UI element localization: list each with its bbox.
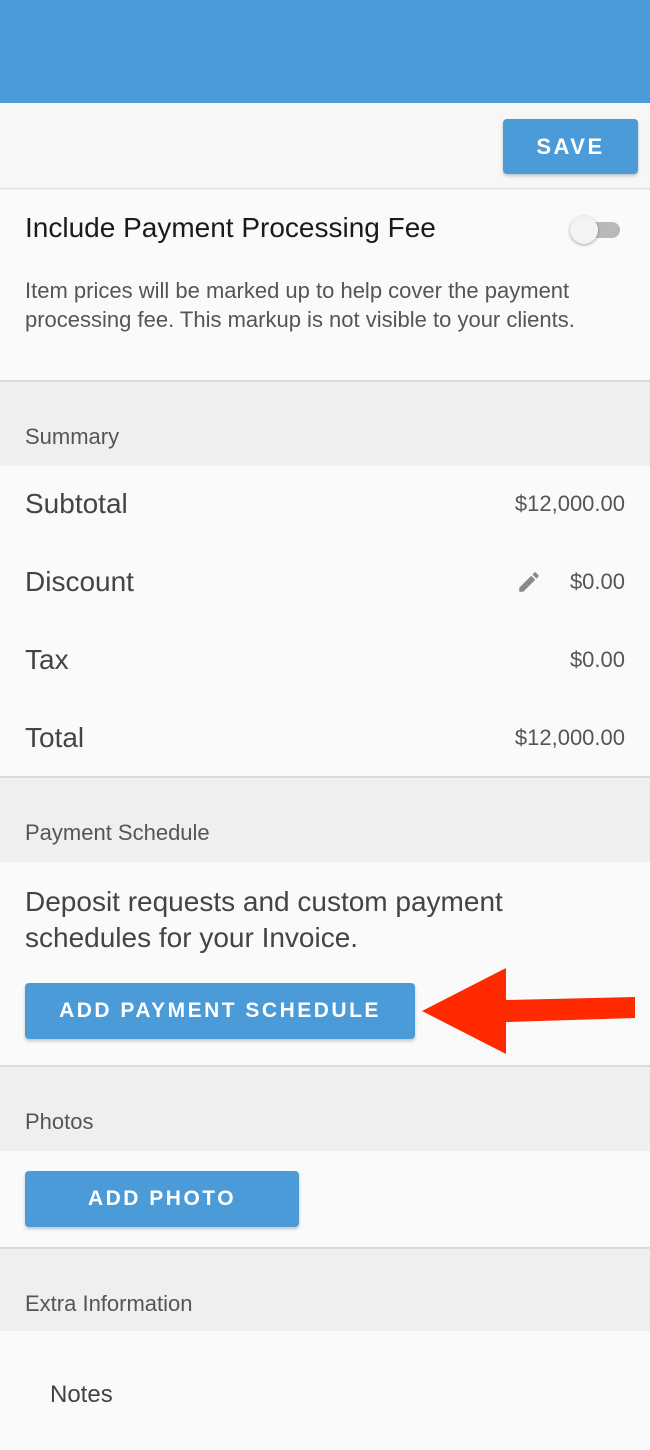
photos-header-label: Photos (25, 1109, 94, 1134)
toggle-thumb (570, 216, 598, 244)
payment-schedule-header-label: Payment Schedule (25, 820, 210, 845)
summary-row-discount[interactable]: Discount $0.00 (0, 544, 650, 622)
extra-information-section-header: Extra Information (0, 1251, 650, 1331)
payment-fee-title: Include Payment Processing Fee (25, 212, 436, 243)
summary-header-label: Summary (25, 424, 120, 449)
notes-field-label[interactable]: Notes (50, 1381, 113, 1409)
summary-label: Tax (25, 644, 69, 675)
summary-value: $12,000.00 (514, 725, 625, 750)
summary-row-subtotal: Subtotal $12,000.00 (0, 466, 650, 544)
summary-card: Subtotal $12,000.00 Discount $0.00 Tax $… (0, 466, 650, 778)
summary-value: $0.00 (569, 569, 625, 594)
payment-fee-card: Include Payment Processing Fee Item pric… (0, 190, 650, 382)
red-arrow-icon (422, 968, 635, 1054)
summary-value: $12,000.00 (514, 491, 625, 516)
summary-row-tax: Tax $0.00 (0, 622, 650, 700)
photos-section-header: Photos (0, 1069, 650, 1151)
summary-row-total: Total $12,000.00 (0, 700, 650, 778)
payment-schedule-description: Deposit requests and custom payment sche… (25, 886, 503, 953)
summary-label: Total (25, 722, 85, 753)
add-payment-schedule-button[interactable]: ADD PAYMENT SCHEDULE (25, 983, 415, 1039)
payment-schedule-section-header: Payment Schedule (0, 780, 650, 862)
action-bar: SAVE (0, 103, 650, 189)
payment-fee-description: Item prices will be marked up to help co… (25, 278, 575, 332)
summary-section-header: Summary (0, 384, 650, 466)
add-photo-button[interactable]: ADD PHOTO (25, 1171, 299, 1227)
summary-label: Discount (25, 566, 134, 597)
payment-fee-toggle[interactable] (570, 216, 622, 244)
summary-label: Subtotal (25, 488, 128, 519)
summary-value: $0.00 (569, 647, 625, 672)
extra-information-card: Notes (0, 1331, 650, 1450)
extra-information-header-label: Extra Information (25, 1291, 193, 1316)
save-button[interactable]: SAVE (503, 119, 638, 174)
photos-card: ADD PHOTO (0, 1151, 650, 1249)
pencil-icon[interactable] (516, 569, 542, 595)
app-header-bar (0, 0, 650, 103)
